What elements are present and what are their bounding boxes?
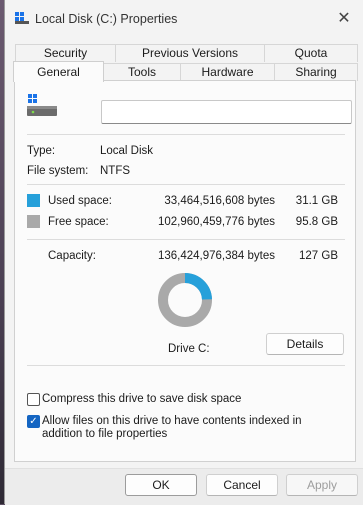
separator (27, 365, 345, 366)
free-space-swatch (27, 215, 40, 228)
index-label[interactable]: Allow files on this drive to have conten… (42, 415, 342, 441)
ok-button[interactable]: OK (125, 474, 197, 496)
tab-tools[interactable]: Tools (103, 63, 181, 81)
capacity-size: 127 GB (299, 250, 338, 262)
tab-quota[interactable]: Quota (264, 44, 358, 62)
used-space-swatch (27, 194, 40, 207)
drive-name-input[interactable] (101, 100, 352, 124)
title-bar[interactable]: Local Disk (C:) Properties ✕ (5, 0, 363, 40)
file-system-value: NTFS (100, 165, 131, 177)
used-space-size: 31.1 GB (295, 195, 338, 207)
separator (27, 239, 345, 240)
file-system-label: File system: (27, 165, 89, 177)
capacity-bytes: 136,424,976,384 bytes (157, 250, 275, 262)
capacity-label: Capacity: (48, 250, 96, 262)
cancel-button[interactable]: Cancel (206, 474, 278, 496)
type-label: Type: (27, 145, 56, 157)
drive-icon (15, 12, 29, 24)
apply-button[interactable]: Apply (286, 474, 358, 496)
close-icon[interactable]: ✕ (334, 9, 354, 29)
type-value: Local Disk (100, 145, 154, 157)
index-checkbox[interactable]: ✓ (27, 415, 40, 428)
window-title: Local Disk (C:) Properties (35, 12, 178, 26)
tab-previous-versions[interactable]: Previous Versions (115, 44, 265, 62)
free-space-bytes: 102,960,459,776 bytes (157, 216, 275, 228)
drive-label: Drive C: (168, 343, 210, 355)
free-space-size: 95.8 GB (295, 216, 338, 228)
separator (27, 184, 345, 185)
details-button[interactable]: Details (266, 333, 344, 355)
tab-general[interactable]: General (13, 61, 104, 82)
properties-window: Local Disk (C:) Properties ✕ Security Pr… (4, 0, 363, 505)
tab-sharing[interactable]: Sharing (274, 63, 358, 81)
disk-usage-donut (158, 273, 212, 327)
used-space-bytes: 33,464,516,608 bytes (164, 195, 275, 207)
separator (27, 134, 345, 135)
hard-drive-icon (27, 94, 57, 116)
tab-security[interactable]: Security (15, 44, 116, 62)
used-space-label: Used space: (48, 195, 112, 207)
free-space-label: Free space: (48, 216, 109, 228)
compress-checkbox[interactable] (27, 393, 40, 406)
compress-label[interactable]: Compress this drive to save disk space (42, 393, 241, 405)
tab-hardware[interactable]: Hardware (180, 63, 275, 81)
